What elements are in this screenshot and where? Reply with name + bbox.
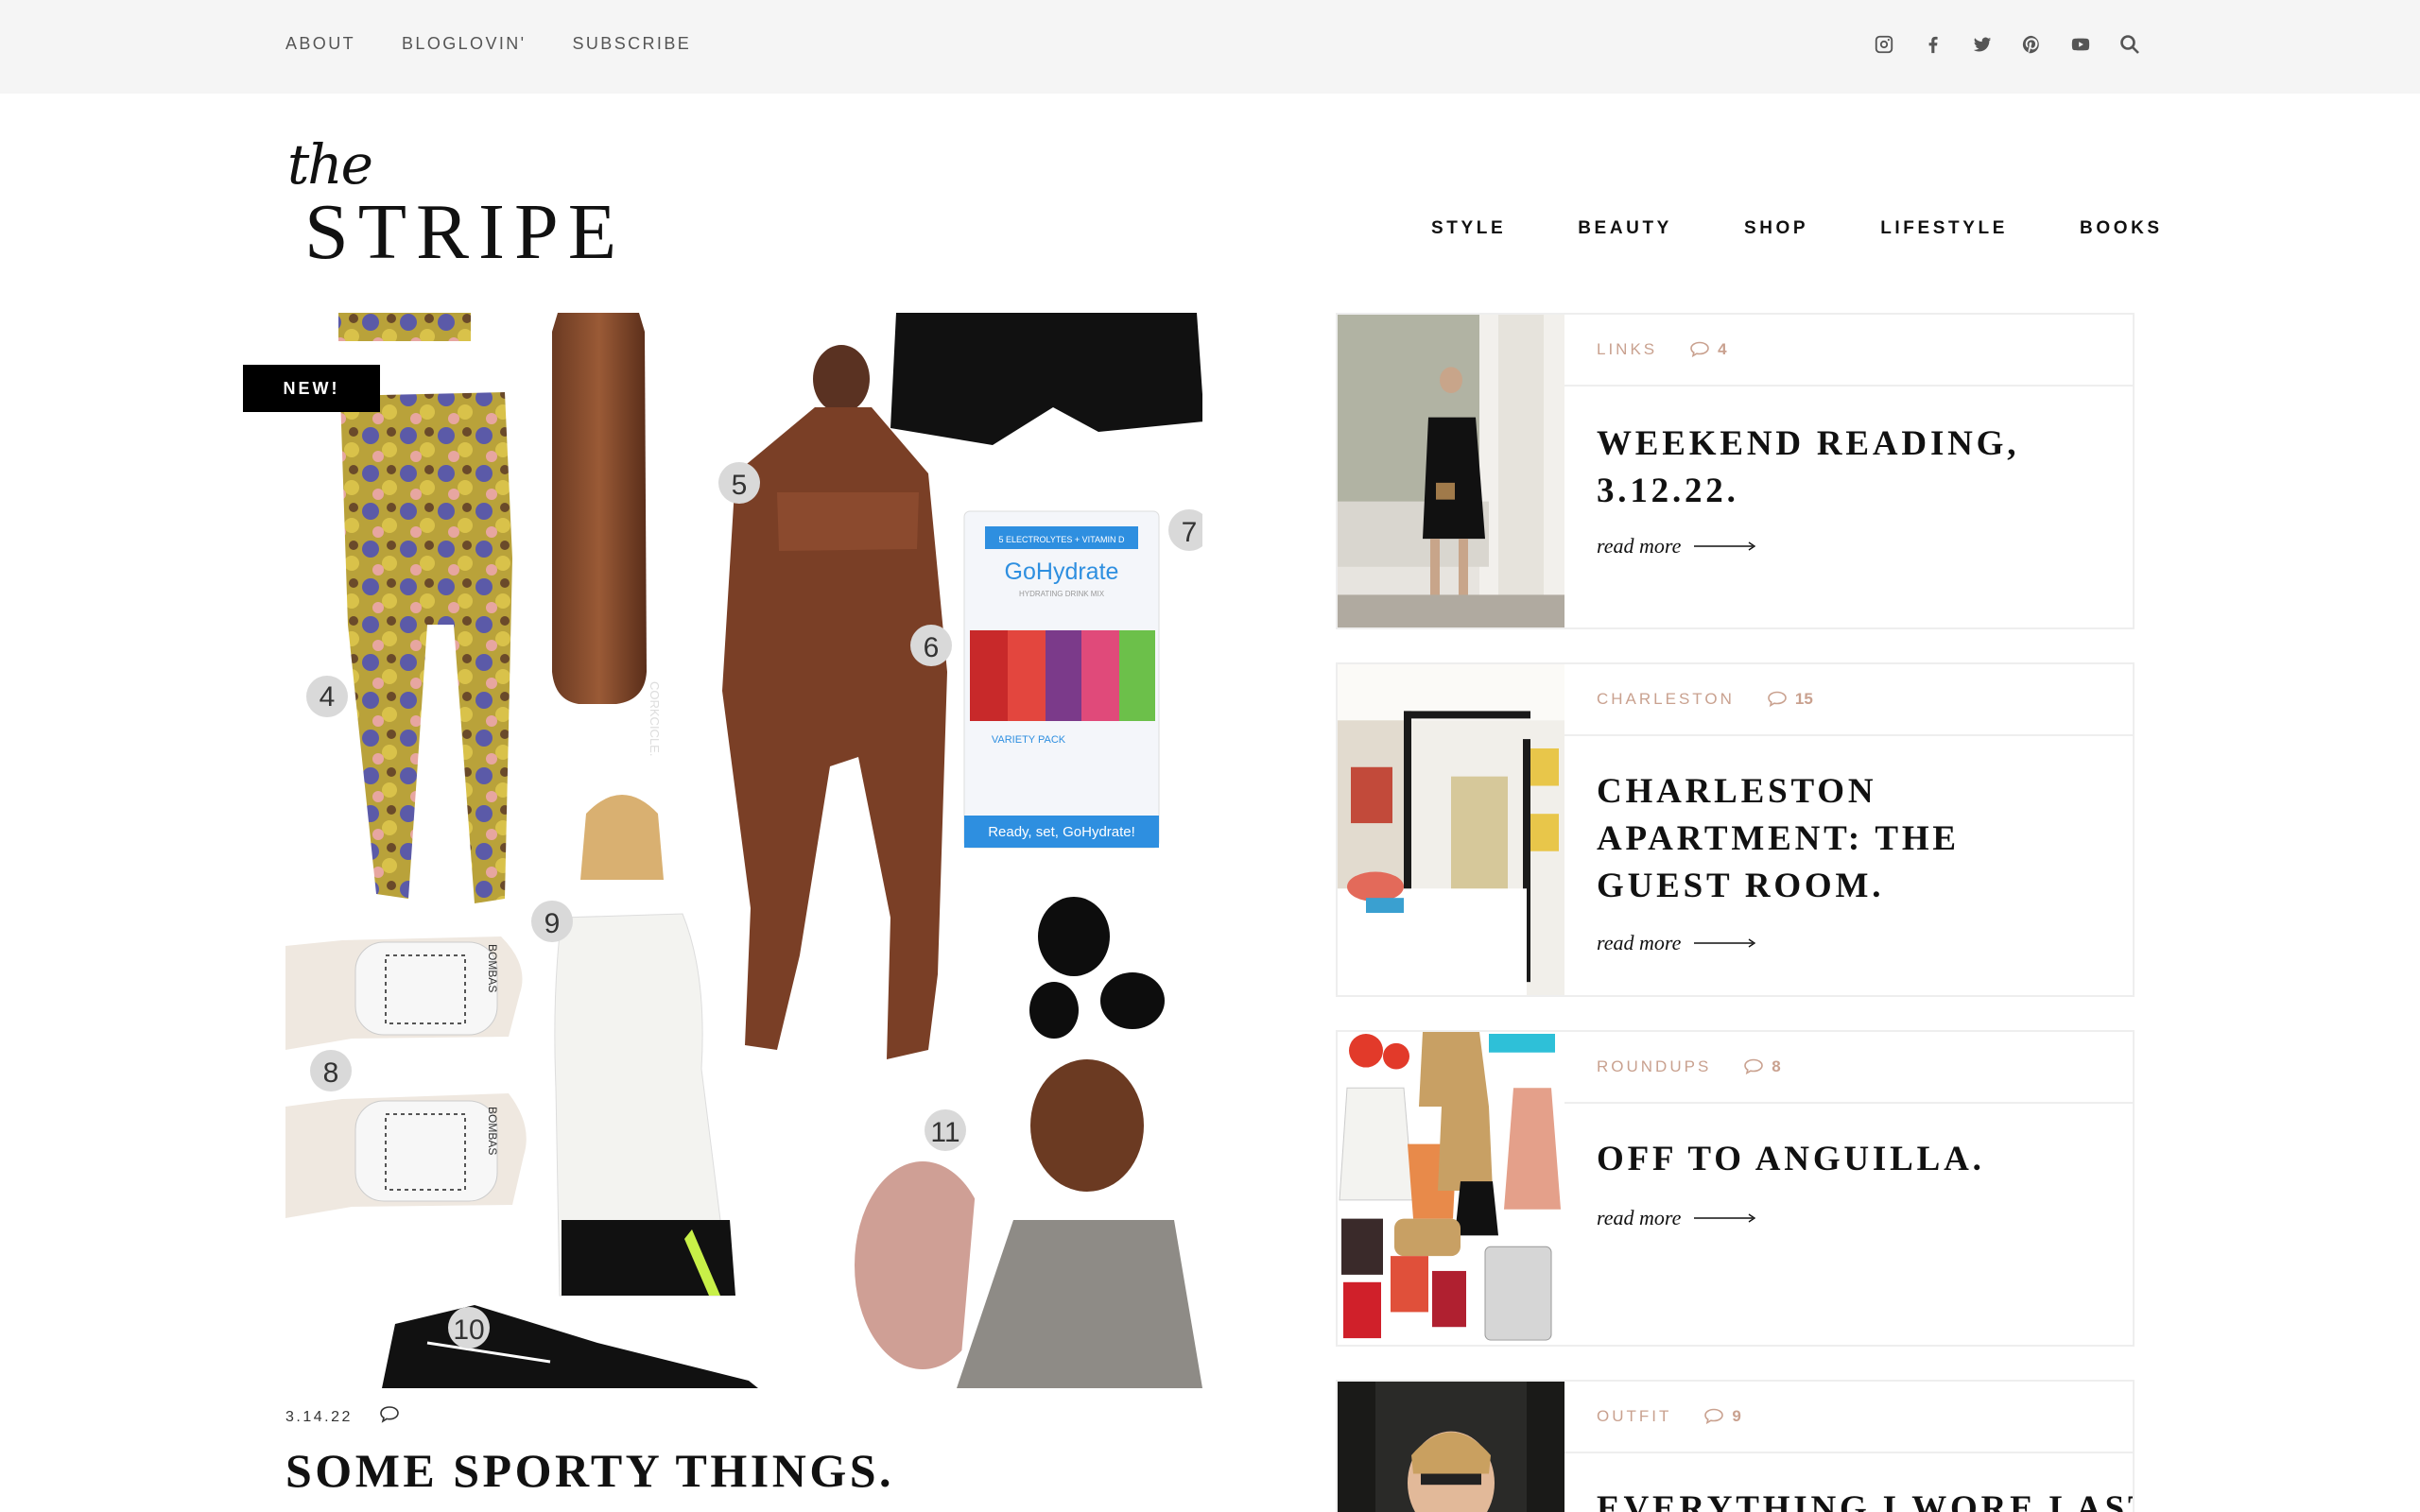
post-card[interactable]: CHARLESTON 15 CHARLESTON APARTMENT: THE … [1336, 662, 2135, 997]
read-more-link[interactable]: read more [1597, 534, 1756, 558]
variety-pack-text: VARIETY PACK [992, 734, 1066, 746]
nav-shop[interactable]: SHOP [1744, 218, 1808, 239]
post-card[interactable]: OUTFIT 9 EVERYTHING I WORE LAST [1336, 1380, 2135, 1512]
featured-meta: 3.14.22 [285, 1405, 400, 1429]
read-more-label: read more [1597, 931, 1682, 954]
post-thumbnail[interactable] [1338, 664, 1564, 995]
facebook-icon[interactable] [1919, 30, 1947, 59]
ready-set-text: Ready, set, GoHydrate! [988, 824, 1135, 840]
post-meta: ROUNDUPS 8 [1564, 1032, 2133, 1104]
top-bar: ABOUT BLOGLOVIN' SUBSCRIBE [0, 0, 2420, 94]
comment-icon [1768, 691, 1787, 708]
post-meta: CHARLESTON 15 [1564, 664, 2133, 736]
gohydrate-top-text: 5 ELECTROLYTES + VITAMIN D [999, 535, 1125, 544]
logo-stripe: STRIPE [304, 188, 627, 276]
post-title[interactable]: CHARLESTON APARTMENT: THE GUEST ROOM. [1597, 768, 2095, 910]
read-more-label: read more [1597, 1206, 1682, 1229]
new-badge: NEW! [243, 365, 380, 412]
gohydrate-logo-text: GoHydrate [1005, 558, 1119, 585]
comment-icon [1744, 1058, 1764, 1075]
youtube-icon[interactable] [2066, 30, 2095, 59]
post-thumbnail[interactable] [1338, 1382, 1564, 1512]
marker-5: 5 [732, 470, 748, 501]
bombas-text-1: BOMBAS [486, 944, 499, 992]
top-nav-about[interactable]: ABOUT [285, 34, 355, 54]
top-nav-subscribe[interactable]: SUBSCRIBE [573, 34, 692, 54]
featured-date: 3.14.22 [285, 1408, 353, 1425]
featured-post-image[interactable]: CORKCICLE. 5 ELECTROLYTES + VITAMIN D Go… [285, 313, 1202, 1388]
site-logo[interactable]: the STRIPE [284, 130, 633, 272]
nav-beauty[interactable]: BEAUTY [1578, 218, 1672, 239]
post-title[interactable]: EVERYTHING I WORE LAST [1597, 1486, 2133, 1512]
gohydrate-sub-text: HYDRATING DRINK MIX [1019, 590, 1105, 598]
marker-7: 7 [1182, 517, 1198, 548]
arrow-right-icon [1694, 1213, 1756, 1223]
post-comments[interactable]: 8 [1743, 1057, 1781, 1076]
instagram-icon[interactable] [1870, 30, 1898, 59]
post-category[interactable]: ROUNDUPS [1597, 1057, 1711, 1076]
top-nav-bloglovin[interactable]: BLOGLOVIN' [402, 34, 526, 54]
comment-count: 8 [1772, 1057, 1781, 1075]
logo-the: the [287, 132, 373, 197]
post-meta: OUTFIT 9 [1564, 1382, 2133, 1453]
post-comments[interactable]: 9 [1703, 1407, 1741, 1426]
read-more-label: read more [1597, 534, 1682, 558]
corkcicle-text: CORKCICLE. [648, 681, 662, 756]
comment-count: 4 [1718, 340, 1727, 358]
product-collage: CORKCICLE. 5 ELECTROLYTES + VITAMIN D Go… [285, 313, 1202, 1388]
marker-10: 10 [453, 1314, 484, 1346]
read-more-link[interactable]: read more [1597, 931, 1756, 955]
comment-icon [1704, 1408, 1724, 1425]
search-icon[interactable] [2116, 30, 2144, 59]
comment-count: 9 [1732, 1407, 1741, 1425]
arrow-right-icon [1694, 938, 1756, 948]
post-comments[interactable]: 4 [1689, 340, 1727, 359]
post-card[interactable]: ROUNDUPS 8 OFF TO ANGUILLA. read more [1336, 1030, 2135, 1347]
comment-icon[interactable] [379, 1405, 400, 1429]
social-icons [1870, 30, 2144, 59]
post-thumbnail[interactable] [1338, 1032, 1564, 1345]
twitter-icon[interactable] [1968, 30, 1996, 59]
read-more-link[interactable]: read more [1597, 1206, 1756, 1230]
post-card[interactable]: LINKS 4 WEEKEND READING, 3.12.22. read m… [1336, 313, 2135, 629]
post-thumbnail[interactable] [1338, 315, 1564, 627]
comment-count: 15 [1794, 690, 1813, 708]
comment-icon [1690, 341, 1709, 358]
nav-lifestyle[interactable]: LIFESTYLE [1880, 218, 2008, 239]
bombas-text-2: BOMBAS [486, 1107, 499, 1155]
post-category[interactable]: CHARLESTON [1597, 690, 1735, 709]
pinterest-icon[interactable] [2017, 30, 2046, 59]
marker-4: 4 [320, 681, 336, 713]
nav-style[interactable]: STYLE [1431, 218, 1506, 239]
post-category[interactable]: OUTFIT [1597, 1407, 1671, 1426]
main-nav: STYLE BEAUTY SHOP LIFESTYLE BOOKS [1431, 218, 2163, 239]
featured-title[interactable]: SOME SPORTY THINGS. [285, 1443, 894, 1498]
post-title[interactable]: OFF TO ANGUILLA. [1597, 1136, 2095, 1183]
marker-9: 9 [544, 908, 561, 939]
post-meta: LINKS 4 [1564, 315, 2133, 387]
arrow-right-icon [1694, 541, 1756, 551]
post-comments[interactable]: 15 [1767, 690, 1813, 709]
post-category[interactable]: LINKS [1597, 340, 1657, 359]
marker-11: 11 [930, 1117, 959, 1148]
marker-6: 6 [924, 632, 940, 663]
marker-8: 8 [323, 1057, 339, 1089]
top-nav: ABOUT BLOGLOVIN' SUBSCRIBE [285, 34, 691, 54]
post-title[interactable]: WEEKEND READING, 3.12.22. [1597, 421, 2095, 515]
nav-books[interactable]: BOOKS [2080, 218, 2163, 239]
